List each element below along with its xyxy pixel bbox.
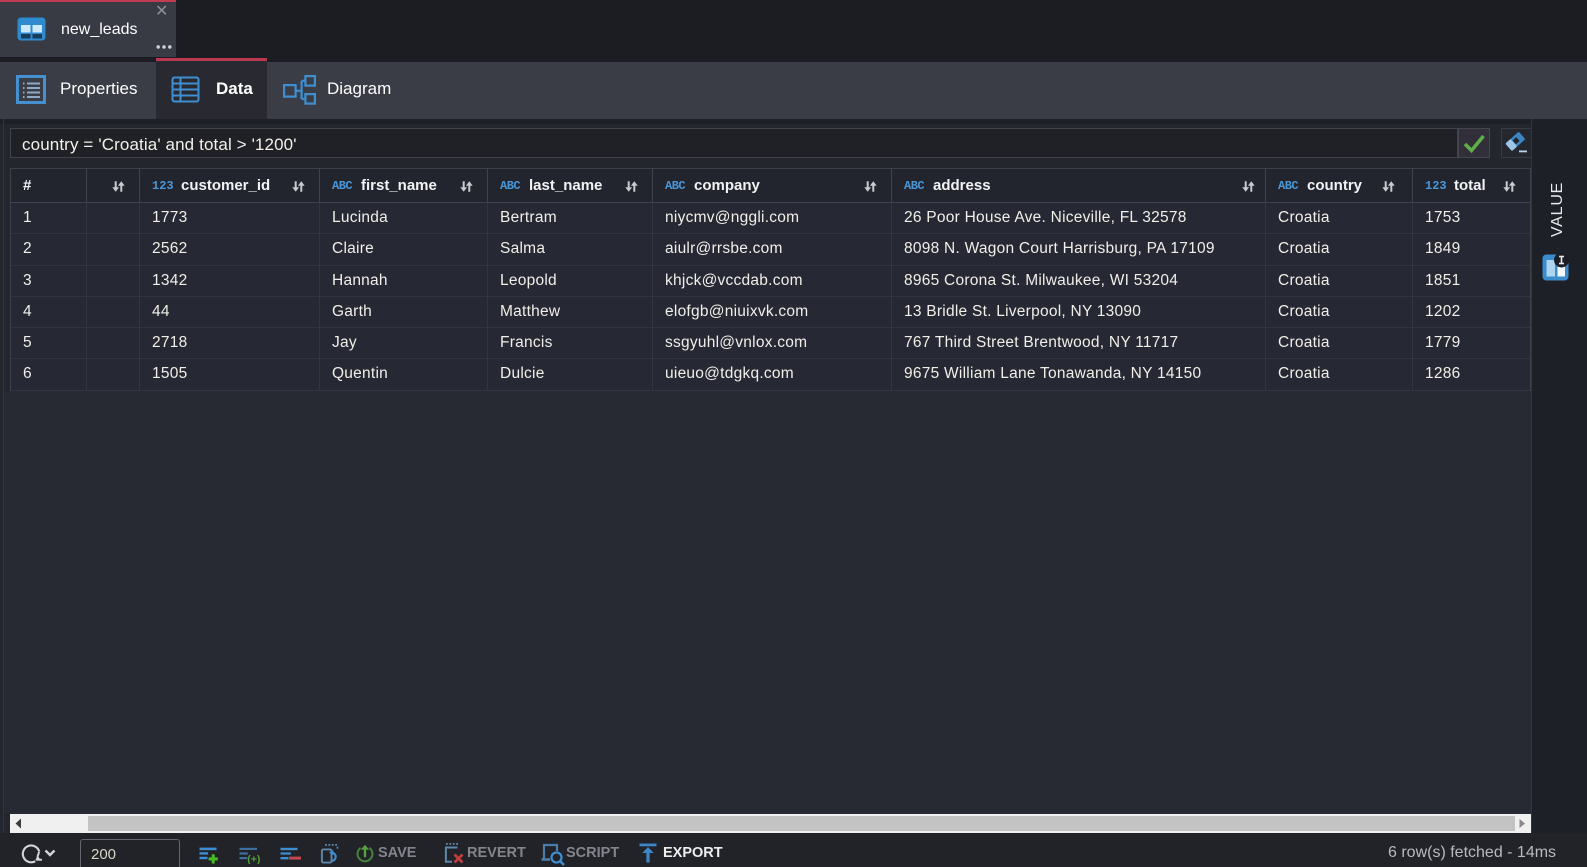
svg-text:(+): (+) bbox=[247, 854, 260, 864]
